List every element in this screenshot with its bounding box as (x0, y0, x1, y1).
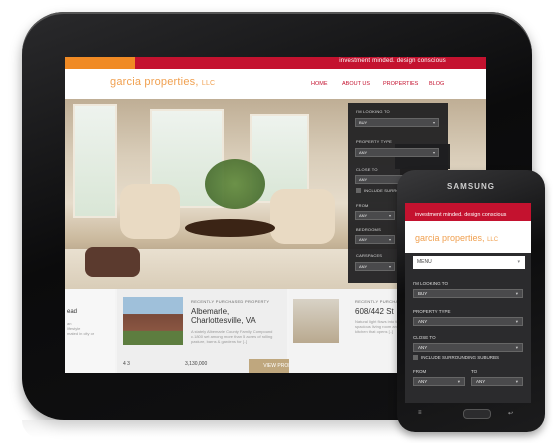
sp-from-label: FROM (356, 203, 369, 208)
chevron-down-icon: ▾ (517, 259, 520, 265)
hero-window-left (73, 104, 117, 218)
tablet-logo-llc: LLC (201, 80, 216, 87)
ph-from-label: FROM (413, 369, 427, 374)
listing-text: A stately Albemarle County Family Compou… (191, 329, 273, 344)
chevron-down-icon: ▾ (388, 264, 391, 269)
hero-chair-left (120, 184, 180, 239)
phone-logo-text: garcia properties, (415, 233, 485, 243)
sp-from-select[interactable]: ANY ▾ (355, 211, 395, 220)
ph-close-select[interactable]: ANY ▾ (413, 343, 523, 352)
chevron-down-icon: ▾ (388, 237, 391, 242)
chevron-down-icon: ▾ (515, 379, 518, 384)
nav-home[interactable]: HOME (311, 81, 328, 87)
phone-top-bar: investment minded. design conscious (405, 203, 531, 221)
ph-to-select[interactable]: ANY ▾ (471, 377, 523, 386)
nav-blog[interactable]: BLOG (429, 81, 444, 87)
listing-price: 3,130,000 (185, 361, 208, 367)
phone-home-button[interactable] (463, 409, 491, 419)
ph-include-checkbox[interactable] (413, 355, 418, 360)
hero-chair-right (270, 189, 335, 244)
sp-looking-select[interactable]: BUY ▾ (355, 118, 439, 127)
nav-about-us[interactable]: ABOUT US (342, 81, 370, 87)
ph-looking-value: BUY (418, 291, 428, 296)
chevron-down-icon: ▾ (515, 319, 518, 324)
chevron-down-icon: ▾ (457, 379, 460, 384)
sp-close-value: ANY (359, 177, 368, 182)
listing-photo (293, 299, 339, 343)
phone-logo-llc: LLC (487, 237, 499, 243)
ph-to-value: ANY (476, 379, 486, 384)
listing-meta: 4 3 (123, 361, 130, 367)
sp-carspace-select[interactable]: ANY ▾ (355, 262, 395, 271)
ph-include-label: INCLUDE SURROUNDING SUBURBS (421, 355, 500, 360)
tablet-top-bar: investment minded. design conscious (65, 57, 486, 69)
back-key-icon[interactable]: ↩ (508, 410, 513, 417)
sp-bedroom-select[interactable]: ANY ▾ (355, 235, 395, 244)
ph-type-label: PROPERTY TYPE (413, 309, 451, 314)
phone-menu-label: MENU (417, 259, 432, 265)
sp-carspace-label: CARSPACES (356, 253, 383, 258)
hero-pillow (85, 247, 140, 277)
chevron-down-icon: ▾ (515, 345, 518, 350)
ph-type-select[interactable]: ANY ▾ (413, 317, 523, 326)
phone-logo[interactable]: garcia properties, LLC (415, 233, 498, 243)
tablet-tagline: investment minded. design conscious (339, 58, 446, 64)
chevron-down-icon: ▾ (515, 291, 518, 296)
ph-close-value: ANY (418, 345, 428, 350)
ph-from-select[interactable]: ANY ▾ (413, 377, 465, 386)
sp-type-label: PROPERTY TYPE (356, 139, 392, 144)
ph-looking-select[interactable]: BUY ▾ (413, 289, 523, 298)
sp-bedroom-value: ANY (359, 237, 368, 242)
listing-head: RECENTLY PURCHASED PROPERTY (191, 299, 270, 304)
sp-type-value: ANY (359, 150, 368, 155)
sp-include-checkbox[interactable] (356, 188, 361, 193)
nav-properties[interactable]: PROPERTIES (383, 81, 418, 87)
chevron-down-icon: ▾ (388, 213, 391, 218)
chevron-down-icon: ▾ (432, 120, 435, 125)
sp-carspace-value: ANY (359, 264, 368, 269)
hero-plant (205, 159, 265, 209)
hero-coffee-table (185, 219, 275, 237)
sp-from-value: ANY (359, 213, 368, 218)
listing-title: 608/442 St (355, 307, 394, 316)
ph-close-label: CLOSE TO (413, 335, 436, 340)
menu-key-icon[interactable]: ≡ (418, 410, 422, 416)
sp-type-select[interactable]: ANY ▾ (355, 148, 439, 157)
phone-menu-button[interactable]: MENU ▾ (413, 256, 525, 269)
sp-looking-label: I'M LOOKING TO (356, 109, 390, 114)
chevron-down-icon: ▾ (432, 150, 435, 155)
phone-tagline: investment minded. design conscious (415, 212, 507, 218)
listing-card-partial[interactable]: ead an lifestyle mated in city or (65, 289, 115, 373)
tablet-top-bar-accent (65, 57, 135, 69)
tablet-logo[interactable]: garcia properties, LLC (110, 76, 215, 88)
ph-to-label: TO (471, 369, 478, 374)
sp-bedroom-label: BEDROOMS (356, 227, 381, 232)
listing-title: Albemarle, Charlottesville, VA (191, 307, 256, 325)
phone-brand: SAMSUNG (447, 182, 495, 191)
sp-close-label: CLOSE TO (356, 167, 378, 172)
listing-partial-text: an lifestyle mated in city or (67, 321, 95, 336)
listing-partial-title: ead (67, 309, 78, 315)
phone-header: garcia properties, LLC (405, 221, 531, 253)
phone-screen: investment minded. design conscious garc… (405, 203, 531, 403)
listing-photo (123, 297, 183, 345)
tablet-logo-text: garcia properties, (110, 76, 199, 88)
ph-type-value: ANY (418, 319, 428, 324)
sp-looking-value: BUY (359, 120, 368, 125)
ph-from-value: ANY (418, 379, 428, 384)
ph-looking-label: I'M LOOKING TO (413, 281, 448, 286)
